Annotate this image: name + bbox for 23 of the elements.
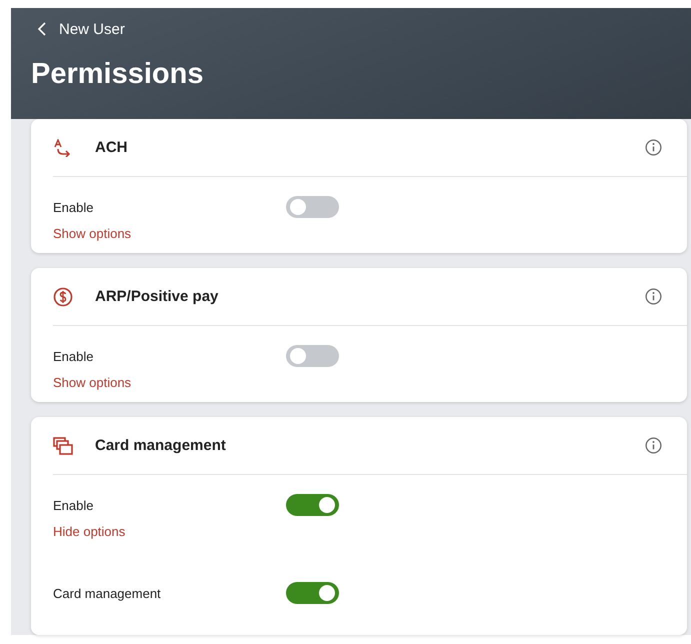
option-label: Card management bbox=[53, 586, 162, 600]
back-chevron-icon[interactable] bbox=[37, 22, 47, 36]
options-link[interactable]: Show options bbox=[53, 226, 132, 241]
permission-title: ACH bbox=[95, 139, 128, 156]
permission-title: ARP/Positive pay bbox=[95, 288, 220, 305]
options-link[interactable]: Show options bbox=[53, 375, 132, 390]
back-link[interactable]: New User bbox=[59, 20, 125, 38]
info-icon[interactable] bbox=[645, 437, 662, 454]
stacked-cards-icon bbox=[53, 436, 73, 454]
dollar-circle-icon bbox=[53, 286, 73, 306]
enable-label: Enable bbox=[53, 200, 94, 214]
permission-title: Card management bbox=[95, 437, 227, 454]
info-icon[interactable] bbox=[645, 288, 662, 305]
enable-label: Enable bbox=[53, 498, 94, 512]
enable-toggle[interactable] bbox=[286, 345, 339, 367]
options-link[interactable]: Hide options bbox=[53, 524, 126, 539]
enable-toggle[interactable] bbox=[286, 494, 339, 516]
page-title: Permissions bbox=[31, 58, 204, 91]
option-toggle[interactable] bbox=[286, 582, 339, 604]
enable-label: Enable bbox=[53, 348, 94, 364]
enable-toggle[interactable] bbox=[286, 196, 339, 218]
info-icon[interactable] bbox=[645, 139, 662, 156]
transfer-arrow-icon bbox=[53, 138, 71, 156]
